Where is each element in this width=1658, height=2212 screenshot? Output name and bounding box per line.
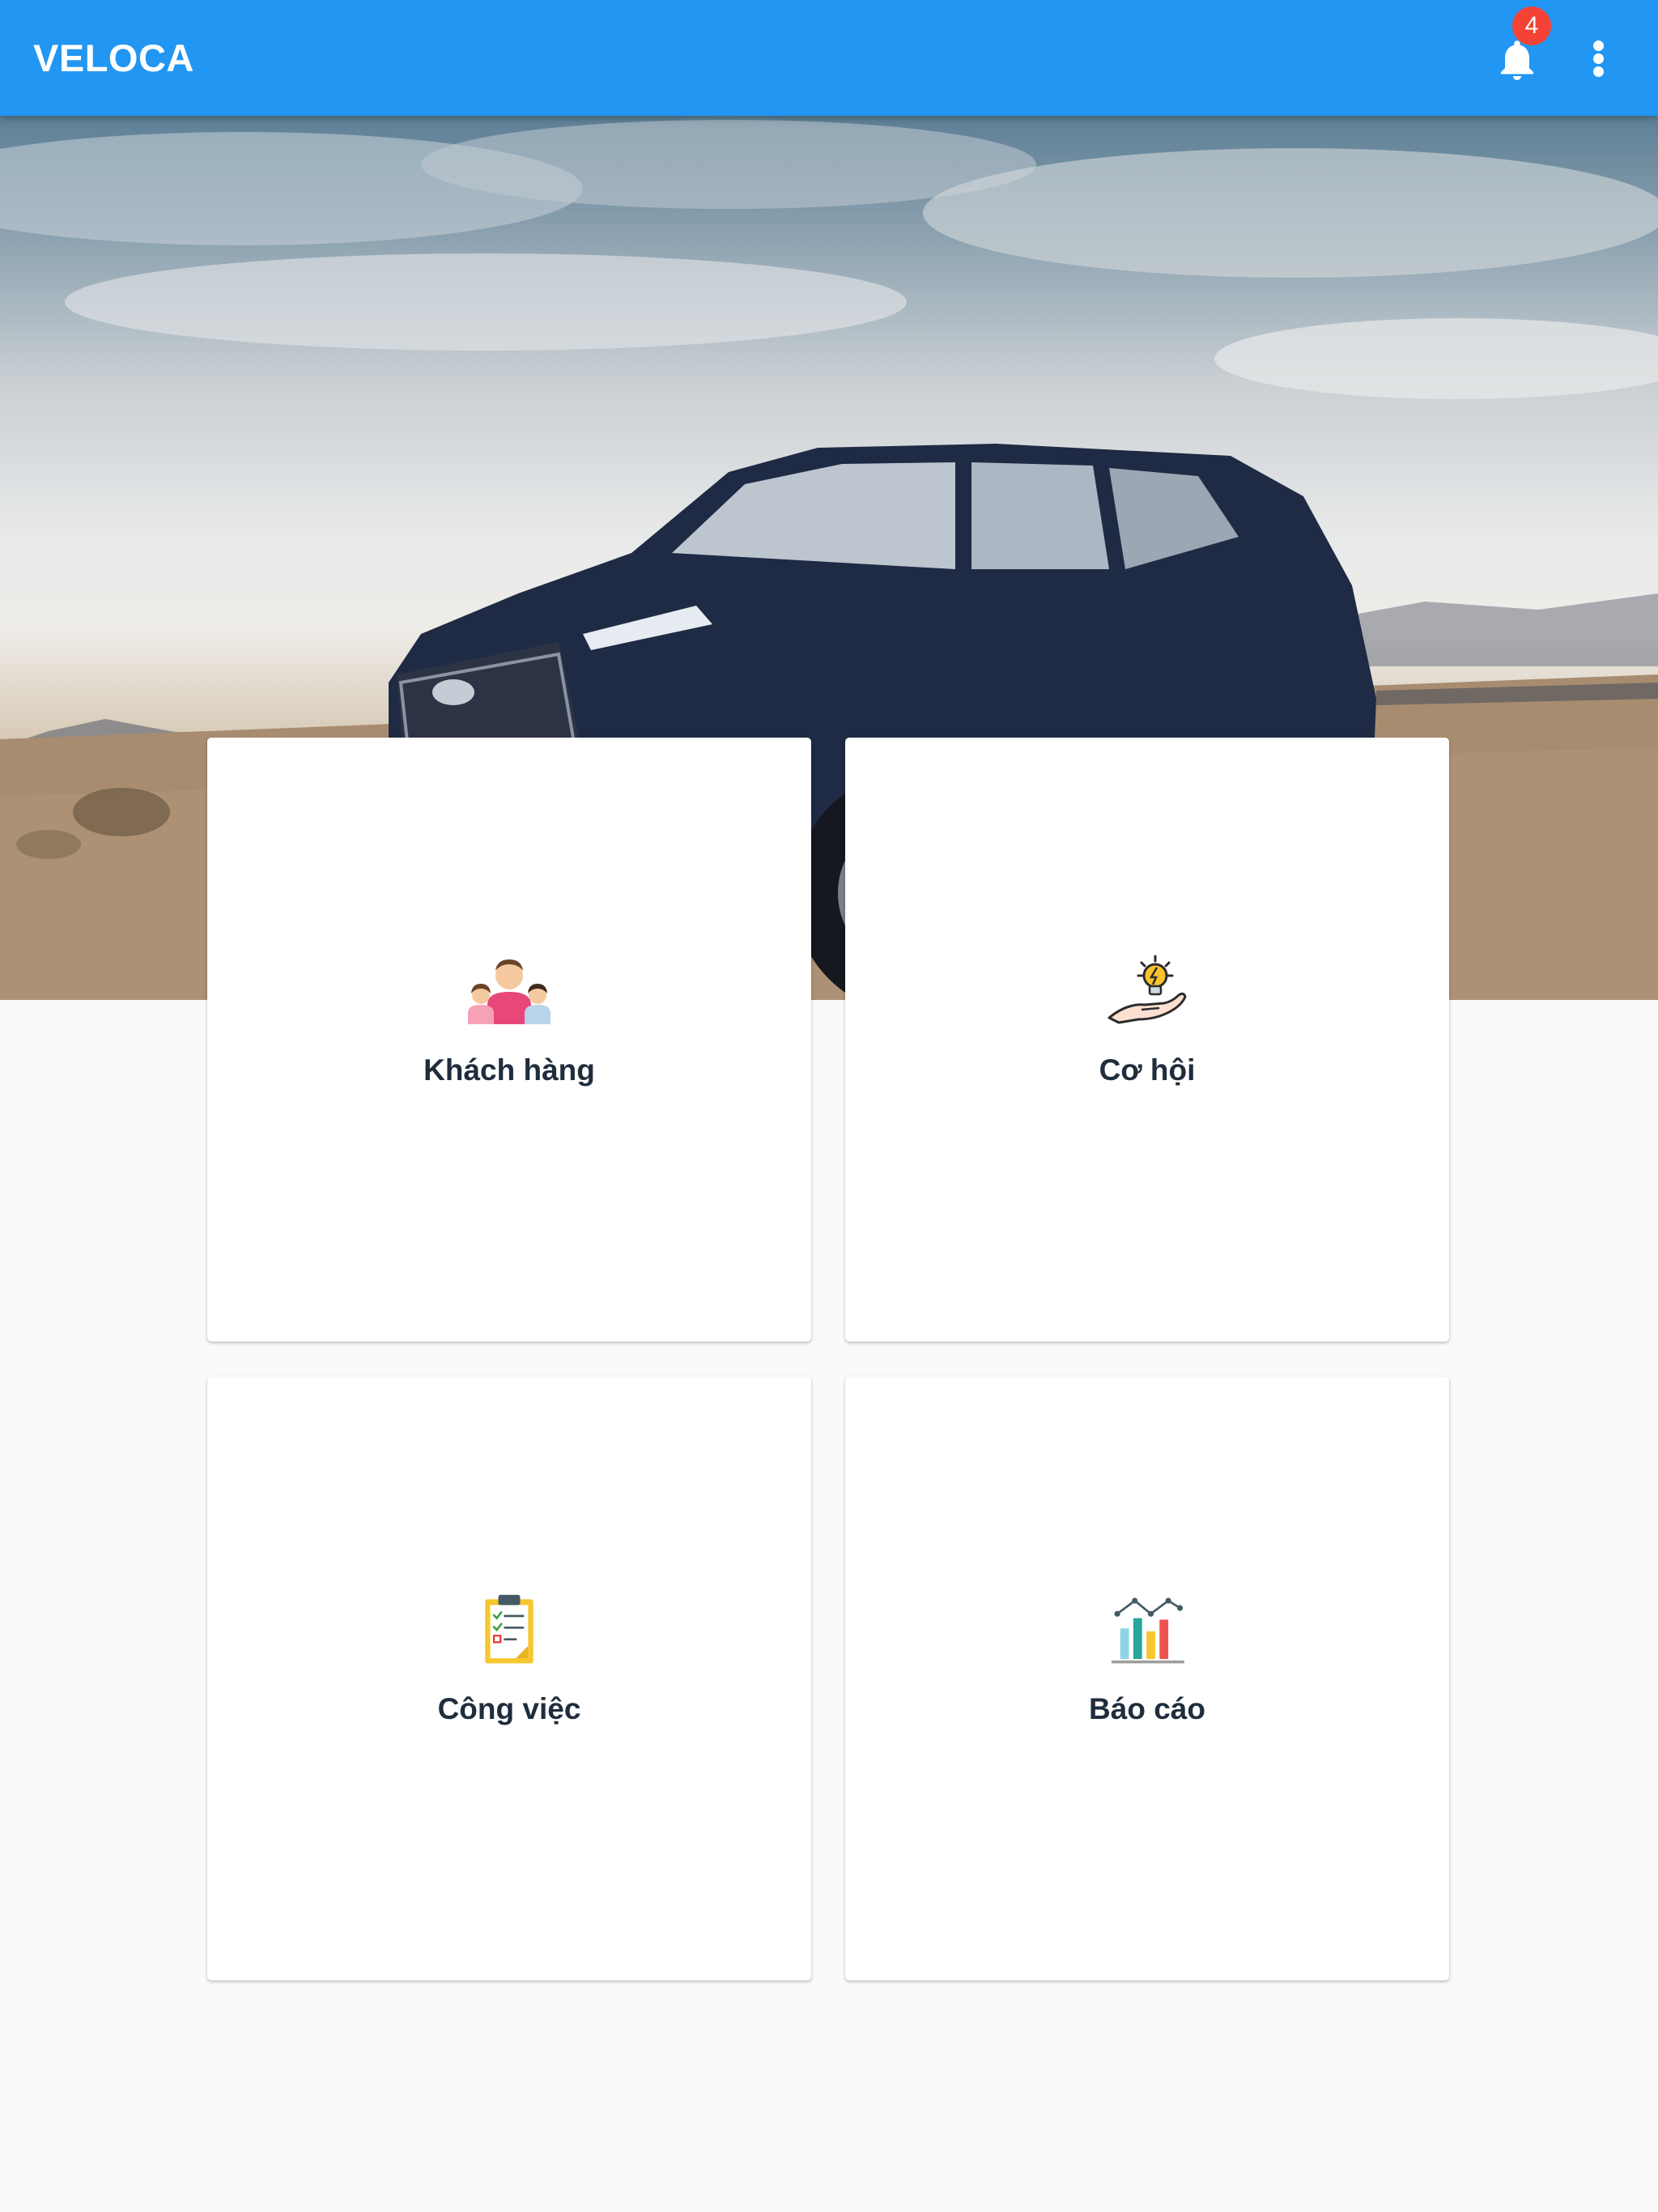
report-chart-icon [1111,1597,1184,1664]
more-vert-icon [1593,40,1604,51]
more-options-button[interactable] [1580,29,1619,87]
customers-icon [468,959,551,1024]
customers-card[interactable]: Khách hàng [207,738,811,1342]
opportunity-lightbulb-icon [1107,955,1187,1024]
reports-label: Báo cáo [1089,1692,1205,1725]
opportunities-card[interactable]: Cơ hội [845,738,1449,1342]
tasks-card[interactable]: Công việc [207,1376,811,1980]
notification-badge: 4 [1512,6,1551,45]
tasks-label: Công việc [437,1692,581,1725]
opportunities-label: Cơ hội [1099,1053,1196,1087]
customers-label: Khách hàng [423,1053,595,1087]
app-title: VELOCA [33,36,194,79]
task-clipboard-icon [485,1594,534,1664]
reports-card[interactable]: Báo cáo [845,1376,1449,1980]
app-bar: VELOCA 4 [0,0,1658,116]
